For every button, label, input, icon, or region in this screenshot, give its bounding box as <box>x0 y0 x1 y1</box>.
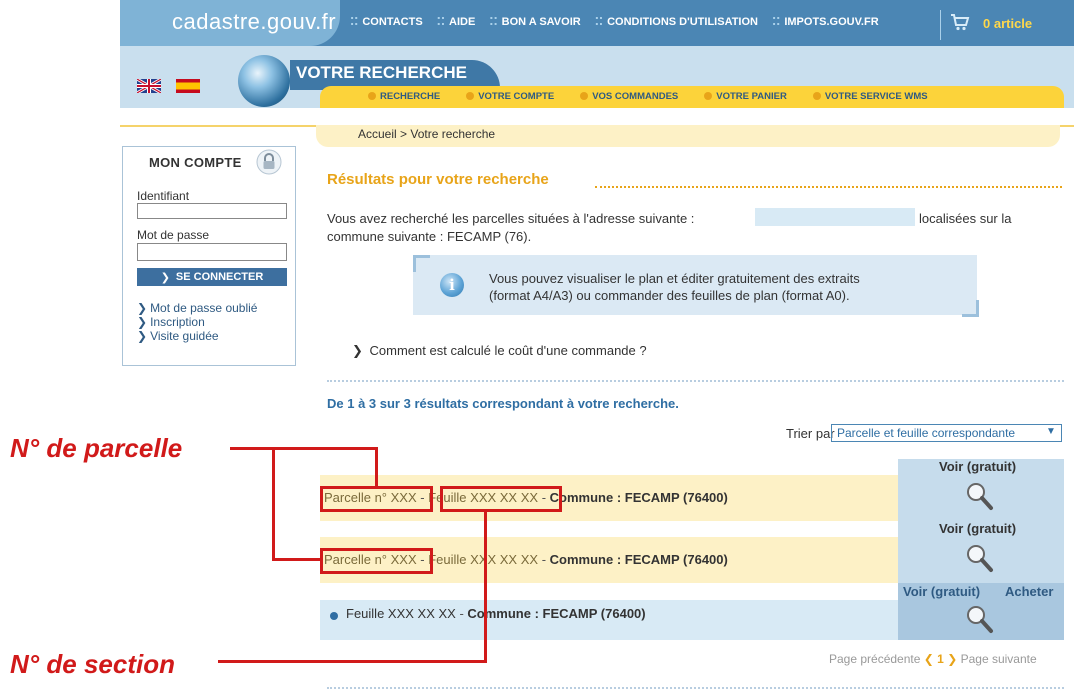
commune-label: Commune : FECAMP (76400) <box>467 606 646 621</box>
identifiant-label: Identifiant <box>137 189 190 203</box>
annotation-box-feuille <box>440 486 562 512</box>
title-underline <box>595 186 1062 188</box>
annotation-line <box>218 660 487 663</box>
subnav-recherche[interactable]: RECHERCHE <box>368 91 440 102</box>
sort-select[interactable]: Parcelle et feuille correspondante <box>831 424 1062 442</box>
spain-flag-icon[interactable] <box>176 79 200 93</box>
info-box-corner <box>962 300 979 317</box>
current-page: 1 <box>937 652 944 666</box>
results-count: De 1 à 3 sur 3 résultats correspondant à… <box>327 396 679 411</box>
chevron-left-icon[interactable]: ❮ <box>924 652 934 666</box>
annotation-label-parcelle: N° de parcelle <box>10 433 183 463</box>
cart-count[interactable]: 0 article <box>983 16 1032 31</box>
annotation-box-parcelle-2 <box>320 548 433 574</box>
search-commune: commune suivante : FECAMP (76). <box>327 229 532 244</box>
address-redacted <box>755 208 915 226</box>
bullet-icon <box>368 92 376 100</box>
annotation-label-section: N° de section <box>10 649 175 679</box>
results-title: Résultats pour votre recherche <box>327 171 549 188</box>
divider <box>327 687 1064 689</box>
annotation-line <box>375 447 378 487</box>
top-nav-aide[interactable]: ⁚⁚ AIDE <box>437 15 476 28</box>
section-title: VOTRE RECHERCHE <box>296 63 467 82</box>
feuille-link[interactable]: Feuille XXX XX XX <box>346 606 456 621</box>
inscription-link[interactable]: ❯ Inscription <box>137 315 205 329</box>
bullet-icon <box>466 92 475 100</box>
password-input[interactable] <box>137 243 287 261</box>
subnav-vos-commandes[interactable]: VOS COMMANDES <box>580 91 678 102</box>
chevron-right-icon: ❯ <box>352 343 363 358</box>
bullet-icon <box>704 92 713 100</box>
bullet-icon <box>330 612 338 620</box>
annotation-box-parcelle-1 <box>320 486 433 512</box>
top-nav-contacts[interactable]: ⁚⁚ CONTACTS <box>350 15 423 28</box>
chevron-right-icon: ❯ <box>137 329 148 343</box>
voir-gratuit-link[interactable]: Voir (gratuit) <box>939 521 1016 536</box>
subnav-votre-panier[interactable]: VOTRE PANIER <box>704 91 787 102</box>
top-nav-bon-a-savoir[interactable]: ⁚⁚ BON A SAVOIR <box>489 15 580 28</box>
info-text: Vous pouvez visualiser le plan et éditer… <box>489 271 860 286</box>
bullet-icon <box>812 92 821 100</box>
top-nav-conditions[interactable]: ⁚⁚ CONDITIONS D'UTILISATION <box>595 15 758 28</box>
commune-label: Commune : FECAMP (76400) <box>549 490 728 505</box>
prev-page-link[interactable]: Page précédente <box>829 652 920 666</box>
divider <box>327 380 1064 382</box>
globe-icon <box>238 55 290 107</box>
annotation-line <box>484 512 487 663</box>
info-text: (format A4/A3) ou commander des feuilles… <box>489 288 850 303</box>
result-row-3-text: Feuille XXX XX XX - Commune : FECAMP (76… <box>346 606 646 621</box>
sort-label: Trier par <box>786 426 835 441</box>
annotation-line <box>272 558 320 561</box>
chevron-down-icon: ▼ <box>1046 426 1056 437</box>
commune-label: Commune : FECAMP (76400) <box>549 552 728 567</box>
magnifier-icon[interactable] <box>963 480 995 512</box>
acheter-link[interactable]: Acheter <box>1005 584 1053 599</box>
info-box-corner <box>413 255 430 272</box>
cost-info-link[interactable]: ❯ Comment est calculé le coût d'une comm… <box>352 343 647 359</box>
magnifier-icon[interactable] <box>963 542 995 574</box>
sub-navigation: RECHERCHE VOTRE COMPTE VOS COMMANDES VOT… <box>368 91 928 102</box>
password-label: Mot de passe <box>137 228 210 242</box>
subnav-service-wms[interactable]: VOTRE SERVICE WMS <box>812 91 928 102</box>
annotation-line <box>272 447 275 560</box>
magnifier-icon[interactable] <box>963 603 995 635</box>
annotation-line <box>230 447 378 450</box>
breadcrumb-text[interactable]: Accueil > Votre recherche <box>358 127 495 141</box>
site-logo[interactable]: cadastre.gouv.fr <box>172 9 336 35</box>
chevron-right-icon: ❯ <box>160 271 170 284</box>
subnav-votre-compte[interactable]: VOTRE COMPTE <box>466 91 554 102</box>
search-description-cont: localisées sur la <box>919 211 1012 226</box>
login-button[interactable]: ❯ SE CONNECTER <box>137 268 287 286</box>
voir-gratuit-link[interactable]: Voir (gratuit) <box>903 584 980 599</box>
forgot-password-link[interactable]: ❯ Mot de passe oublié <box>137 301 257 315</box>
uk-flag-icon[interactable] <box>137 79 161 93</box>
info-icon: i <box>440 273 464 297</box>
pagination: Page précédente ❮ 1 ❯ Page suivante <box>829 652 1037 666</box>
cart-icon[interactable] <box>950 13 970 31</box>
chevron-right-icon: ❯ <box>137 301 148 315</box>
top-nav-impots[interactable]: ⁚⁚ IMPOTS.GOUV.FR <box>772 15 879 28</box>
search-description: Vous avez recherché les parcelles située… <box>327 211 695 226</box>
lock-icon <box>256 149 282 175</box>
account-title: MON COMPTE <box>149 155 242 170</box>
voir-gratuit-link[interactable]: Voir (gratuit) <box>939 459 1016 474</box>
bullet-icon <box>580 92 589 100</box>
chevron-right-icon[interactable]: ❯ <box>947 652 957 666</box>
top-navigation: ⁚⁚ CONTACTS ⁚⁚ AIDE ⁚⁚ BON A SAVOIR ⁚⁚ CONDI… <box>350 15 879 28</box>
identifiant-input[interactable] <box>137 203 287 219</box>
chevron-right-icon: ❯ <box>137 315 148 329</box>
visite-guidee-link[interactable]: ❯ Visite guidée <box>137 329 219 343</box>
next-page-link[interactable]: Page suivante <box>961 652 1037 666</box>
